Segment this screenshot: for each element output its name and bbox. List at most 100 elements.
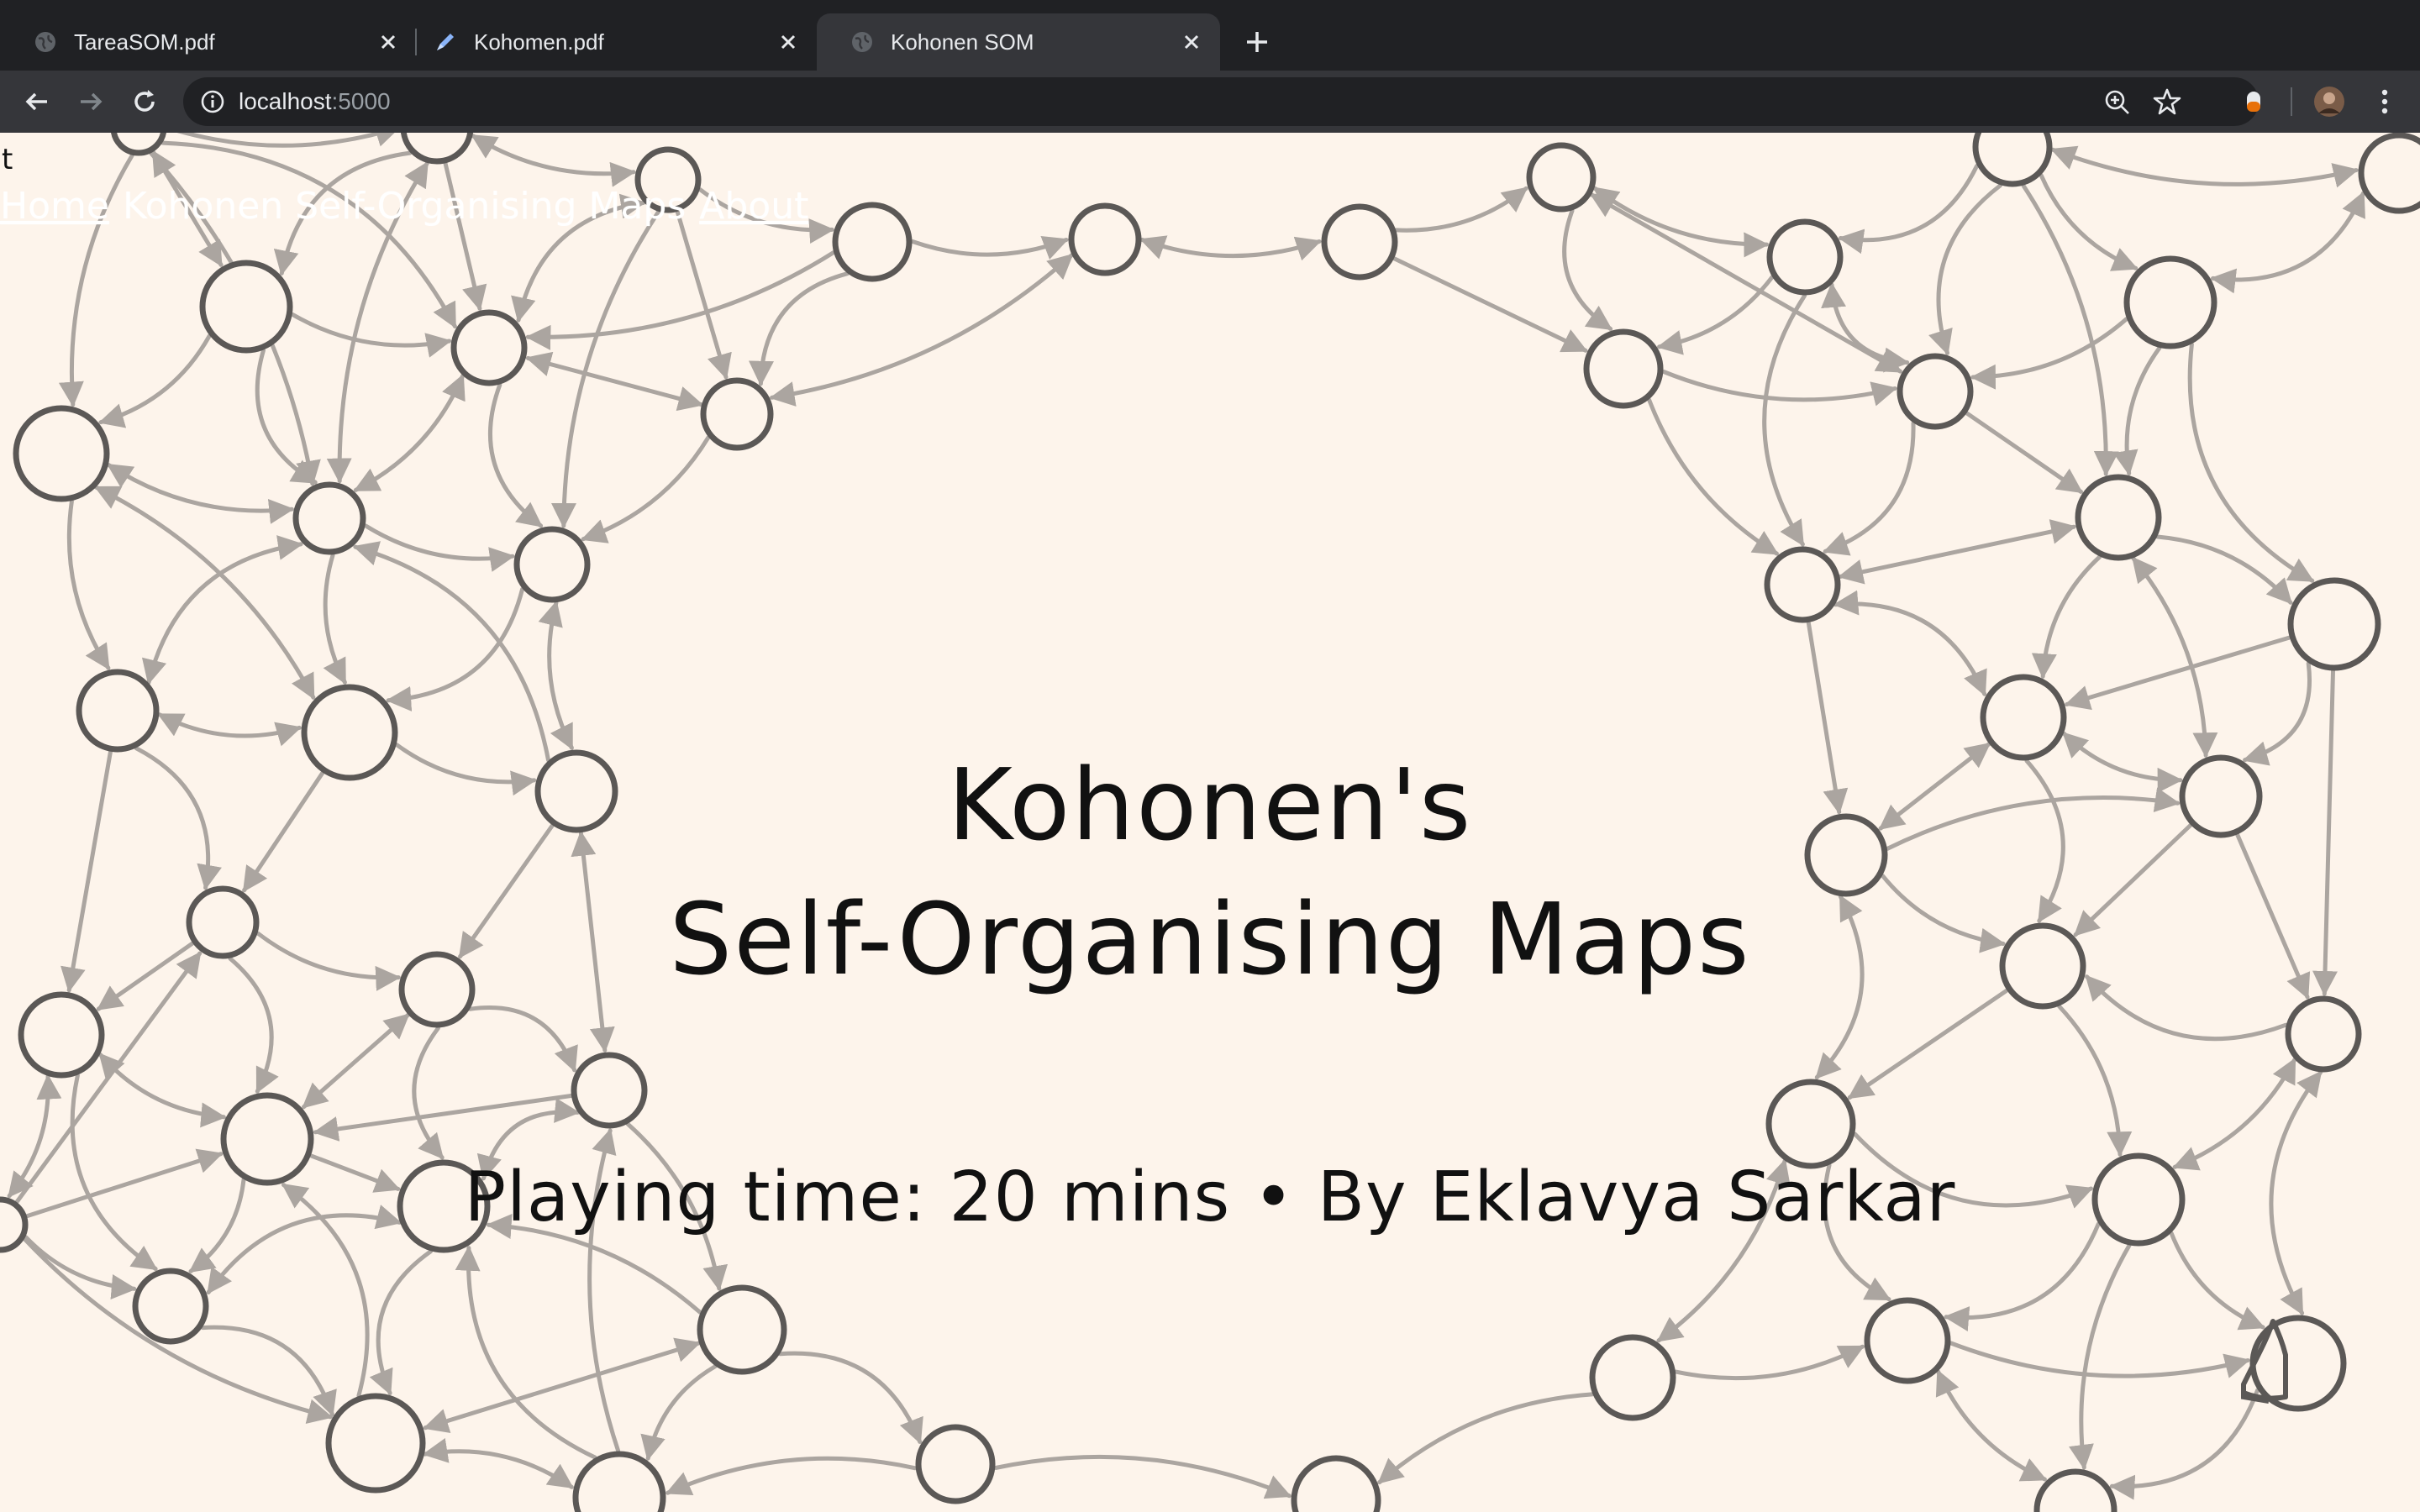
network-edge — [910, 235, 1069, 260]
network-edge — [106, 463, 295, 524]
network-edge — [290, 312, 452, 358]
network-edge — [1562, 208, 1613, 331]
network-node — [2358, 133, 2420, 214]
network-edge — [1392, 256, 1588, 353]
network-edge — [471, 134, 636, 187]
hero-title-line1: Kohonen's — [947, 747, 1473, 863]
tab-kohonen-som[interactable]: Kohonen SOM — [817, 13, 1220, 71]
network-node — [1972, 133, 2053, 187]
network-edge — [302, 1012, 410, 1110]
network-edge — [353, 373, 466, 492]
network-node — [132, 1268, 209, 1345]
url-text[interactable]: localhost:5000 — [239, 77, 391, 126]
network-edge — [2172, 1058, 2297, 1171]
network-node — [325, 1393, 426, 1494]
network-edge — [422, 1438, 574, 1489]
network-edge — [412, 1026, 445, 1160]
hero-subtitle: Playing time: 20 mins • By Eklavya Sarka… — [464, 1158, 1956, 1237]
network-edge — [640, 1364, 718, 1462]
network-edge — [1377, 1392, 1595, 1485]
network-node — [832, 202, 913, 282]
info-icon[interactable] — [198, 87, 227, 116]
network-edge — [1847, 988, 2009, 1100]
stray-text: t — [2, 143, 13, 176]
network-edge — [176, 133, 401, 148]
network-edge — [98, 333, 212, 428]
network-node — [1068, 202, 1142, 276]
network-edge — [2210, 191, 2365, 294]
network-node — [2033, 1468, 2118, 1512]
network-edge — [2064, 635, 2291, 711]
network-node — [1291, 1455, 1381, 1512]
network-node — [1897, 353, 1974, 430]
network-node — [1583, 328, 1664, 409]
network-node — [111, 133, 166, 156]
tab-title: TareaSOM.pdf — [74, 29, 215, 55]
network-edge — [1949, 1341, 2251, 1378]
network-edge — [1139, 235, 1322, 261]
tab-tareasom[interactable]: TareaSOM.pdf — [0, 13, 417, 71]
network-edge — [1661, 370, 1898, 407]
network-edge — [1944, 1221, 2101, 1331]
address-bar[interactable]: localhost:5000 — [183, 77, 2259, 126]
network-edge — [1394, 186, 1528, 233]
top-navigation: Home Kohonen Self-Organising Maps About — [0, 185, 808, 228]
tab-title: Kohomen.pdf — [474, 29, 604, 55]
network-edge — [313, 1094, 573, 1142]
network-node — [13, 405, 110, 502]
reload-icon[interactable] — [128, 85, 161, 118]
network-edge — [525, 250, 836, 350]
browser-toolbar: localhost:5000 — [0, 71, 2420, 133]
network-edge — [581, 435, 711, 543]
network-edge — [2039, 173, 2139, 271]
menu-kebab-icon[interactable] — [2368, 85, 2402, 118]
network-edge — [2131, 556, 2218, 759]
bookmark-star-icon[interactable] — [2151, 86, 2183, 118]
network-edge — [488, 382, 544, 528]
network-edge — [1935, 1369, 2048, 1482]
new-tab-plus-icon[interactable] — [1242, 27, 1272, 57]
forward-arrow-icon[interactable] — [74, 85, 108, 118]
pen-cursor-icon — [2241, 1319, 2288, 1404]
network-edge — [749, 271, 850, 386]
network-node — [571, 1052, 648, 1129]
network-edge — [2155, 534, 2293, 605]
close-icon[interactable] — [375, 29, 402, 55]
globe-icon — [35, 32, 55, 52]
network-node — [2287, 577, 2381, 671]
network-node — [292, 481, 366, 555]
extension-icon[interactable] — [2237, 85, 2270, 118]
network-edge — [1823, 421, 1916, 556]
network-edge — [157, 712, 302, 747]
back-arrow-icon[interactable] — [20, 85, 54, 118]
network-edge — [323, 553, 347, 685]
zoom-icon[interactable] — [2102, 87, 2133, 118]
close-icon[interactable] — [775, 29, 802, 55]
nav-home-link[interactable]: Home — [0, 185, 109, 228]
network-node — [1321, 203, 1398, 281]
network-edge — [2031, 554, 2102, 680]
close-icon[interactable] — [1178, 29, 1205, 55]
network-node — [450, 309, 528, 386]
network-edge — [1762, 293, 1807, 547]
network-edge — [769, 253, 1074, 407]
hero-title: Kohonen's Self-Organising Maps — [0, 738, 2420, 1006]
network-edge — [2021, 183, 2119, 477]
network-edge — [486, 1214, 702, 1315]
page-viewport: t Home Kohonen Self-Organising Maps About … — [0, 133, 2420, 1512]
network-edge — [2057, 1004, 2133, 1158]
nav-about-link[interactable]: About — [699, 185, 808, 228]
network-edge — [1647, 397, 1779, 556]
pdf-pen-icon — [437, 34, 454, 50]
network-node — [700, 377, 774, 451]
network-node — [513, 526, 591, 603]
network-edge — [2069, 1243, 2132, 1470]
network-edge — [363, 523, 515, 572]
network-edge — [468, 1005, 578, 1073]
tab-kohomen[interactable]: Kohomen.pdf — [400, 13, 817, 71]
nav-title: Kohonen Self-Organising Maps — [122, 185, 687, 228]
profile-avatar[interactable] — [2312, 85, 2346, 118]
network-edge — [1965, 411, 2083, 494]
network-edge — [455, 1245, 597, 1460]
network-edge — [550, 209, 660, 528]
